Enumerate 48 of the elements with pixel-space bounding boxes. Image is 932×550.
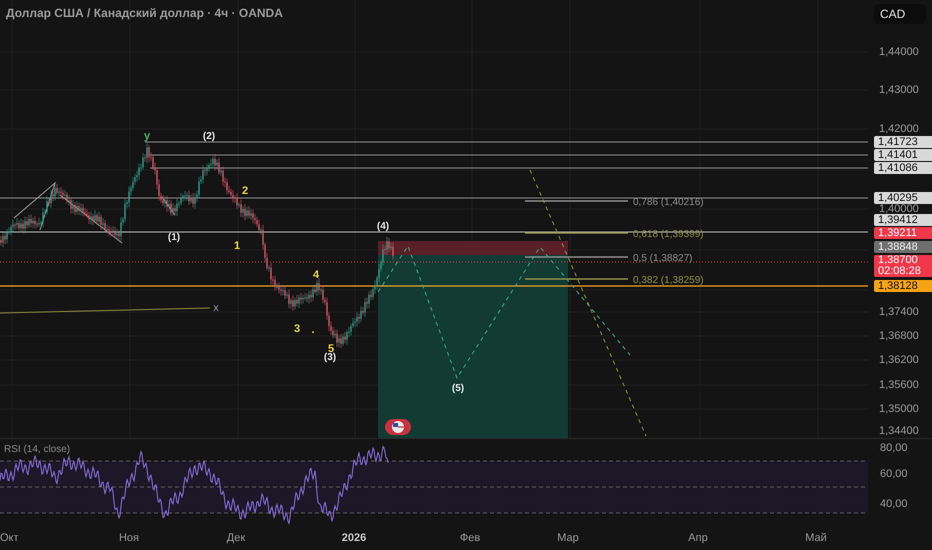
price-label: 1,41401	[874, 149, 932, 161]
time-tick: 2026	[342, 532, 366, 544]
price-tick: 1,34400	[879, 425, 919, 437]
time-tick: Дек	[226, 532, 246, 544]
wave-label: 1	[234, 240, 240, 252]
price-label: 1,39211	[874, 227, 932, 239]
fibonacci-level-label: 0,5 (1,38827)	[633, 253, 692, 264]
time-tick: Апр	[688, 532, 708, 544]
price-label: 1,38700 02:08:28	[874, 255, 932, 277]
price-tick: 1,35000	[879, 403, 919, 415]
fibonacci-level-label: 0,382 (1,38259)	[633, 275, 704, 286]
wave-label: .	[311, 324, 315, 336]
price-label: 1,40295	[874, 192, 932, 204]
fibonacci-level-label: 0,618 (1,39399)	[633, 229, 704, 240]
time-tick: Окт	[0, 532, 19, 544]
price-tick: 1,43000	[879, 84, 919, 96]
wave-label: y	[144, 130, 150, 142]
wave-label: (3)	[324, 352, 336, 363]
wave-label: 4	[312, 269, 320, 281]
wave-label: x	[213, 302, 219, 314]
rsi-tick: 80,00	[880, 442, 908, 454]
price-label: 1,38128	[874, 280, 932, 292]
price-label: 1,38848	[874, 241, 932, 253]
currency-button[interactable]: CAD	[874, 4, 926, 24]
price-tick: 1,40000	[879, 203, 919, 215]
wave-label: (4)	[376, 221, 390, 232]
price-tick: 1,44000	[879, 46, 919, 58]
price-tick: 1,36800	[879, 330, 919, 342]
price-tick: 1,36200	[879, 354, 919, 366]
wave-label: 3	[294, 323, 300, 335]
price-tick: 1,37400	[879, 306, 919, 318]
chart-title: Доллар США / Канадский доллар · 4ч · OANDA	[6, 6, 283, 20]
price-label: 1,41086	[874, 162, 932, 174]
indicator-title: RSI (14, close)	[4, 444, 70, 455]
time-tick: Мар	[557, 532, 579, 544]
wave-label: (1)	[168, 232, 180, 243]
price-tick: 1,35600	[879, 379, 919, 391]
price-tick: 1,42000	[879, 123, 919, 135]
price-label: 1,39412	[874, 214, 932, 226]
wave-label: (2)	[202, 131, 216, 142]
wave-label: 2	[242, 185, 248, 197]
price-label: 1,41723	[874, 136, 932, 148]
wave-label: (5)	[452, 383, 464, 394]
rsi-tick: 40,00	[880, 498, 908, 510]
time-tick: Фев	[460, 532, 480, 544]
time-tick: Май	[805, 532, 827, 544]
rsi-tick: 60,00	[880, 468, 908, 480]
time-tick: Ноя	[118, 532, 140, 544]
